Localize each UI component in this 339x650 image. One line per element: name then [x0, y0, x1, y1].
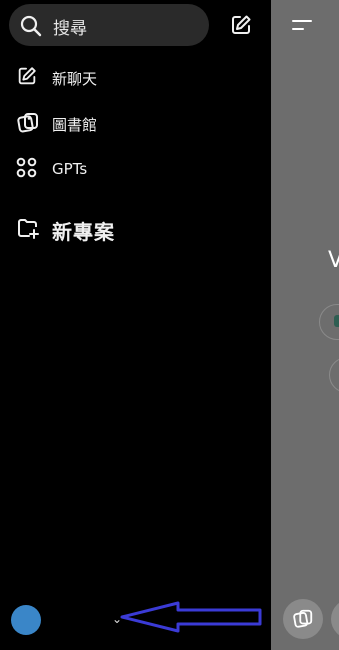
- sidebar-item-gpts[interactable]: GPTs: [0, 149, 271, 189]
- new-chat-button[interactable]: [229, 13, 253, 37]
- annotation-arrow-icon: [120, 601, 262, 633]
- edit-icon: [16, 65, 40, 89]
- chip-icon: [334, 315, 339, 327]
- suggestion-chip[interactable]: [329, 357, 339, 393]
- sidebar-item-label: 新專案: [52, 220, 115, 244]
- library-icon: [16, 111, 40, 135]
- sidebar-item-label: GPTs: [52, 160, 88, 178]
- action-button[interactable]: [331, 599, 339, 639]
- library-icon: [293, 609, 313, 628]
- sidebar-item-library[interactable]: 圖書館: [0, 103, 271, 143]
- search-icon: [20, 15, 42, 37]
- search-placeholder: 搜尋: [53, 19, 87, 39]
- sidebar-item-label: 圖書館: [52, 116, 98, 134]
- sidebar-item-new-project[interactable]: 新專案: [0, 208, 271, 248]
- grid-dots-icon: [16, 157, 40, 181]
- edit-icon: [232, 15, 251, 34]
- sidebar-item-new-chat[interactable]: 新聊天: [0, 57, 271, 97]
- suggestion-chip[interactable]: [319, 304, 339, 340]
- search-input[interactable]: 搜尋: [9, 4, 209, 46]
- sidebar: 搜尋 新聊天 圖書館 GPTs 新專案 ⌄: [0, 0, 271, 650]
- gallery-button[interactable]: [283, 599, 323, 639]
- main-heading: V: [328, 248, 339, 273]
- menu-icon[interactable]: [292, 18, 312, 32]
- main-panel: V: [271, 0, 339, 650]
- sidebar-item-label: 新聊天: [52, 70, 98, 88]
- avatar[interactable]: [11, 605, 41, 635]
- folder-plus-icon: [16, 216, 40, 240]
